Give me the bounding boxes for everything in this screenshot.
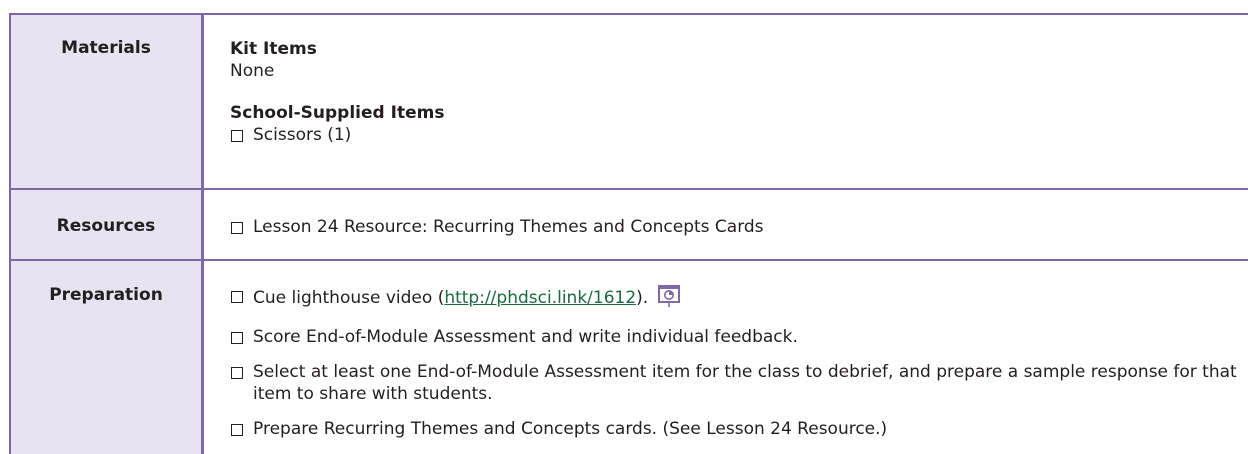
checklist-item: Prepare Recurring Themes and Concepts ca…	[230, 418, 1248, 440]
resources-content: Lesson 24 Resource: Recurring Themes and…	[204, 190, 1248, 259]
materials-row: Materials Kit Items None School-Supplied…	[11, 15, 1248, 190]
lighthouse-video-link[interactable]: http://phdsci.link/1612	[444, 288, 636, 308]
preparation-row: Preparation Cue lighthouse video (http:/…	[11, 261, 1248, 454]
materials-table: Materials Kit Items None School-Supplied…	[9, 13, 1248, 454]
school-supplied-heading: School-Supplied Items	[230, 103, 445, 123]
checklist-item: Score End-of-Module Assessment and write…	[230, 326, 1248, 348]
checkbox[interactable]	[231, 291, 243, 303]
checkbox[interactable]	[231, 424, 243, 436]
preparation-content: Cue lighthouse video (http://phdsci.link…	[204, 261, 1248, 454]
slide-presentation-icon	[658, 285, 681, 313]
checkbox[interactable]	[231, 130, 243, 142]
checklist-item: Select at least one End-of-Module Assess…	[230, 361, 1248, 405]
preparation-label: Preparation	[11, 261, 204, 454]
materials-content: Kit Items None School-Supplied Items Sci…	[204, 15, 1248, 188]
checkbox[interactable]	[231, 222, 243, 234]
checklist-item: Cue lighthouse video (http://phdsci.link…	[230, 285, 1248, 313]
checklist-item: Scissors (1)	[230, 124, 1248, 146]
resources-row: Resources Lesson 24 Resource: Recurring …	[11, 190, 1248, 261]
kit-items-value: None	[230, 61, 275, 81]
checkbox[interactable]	[231, 367, 243, 379]
checkbox[interactable]	[231, 332, 243, 344]
checklist-item: Lesson 24 Resource: Recurring Themes and…	[230, 216, 1248, 238]
materials-label: Materials	[11, 15, 204, 188]
resources-label: Resources	[11, 190, 204, 259]
kit-items-heading: Kit Items	[230, 39, 317, 59]
